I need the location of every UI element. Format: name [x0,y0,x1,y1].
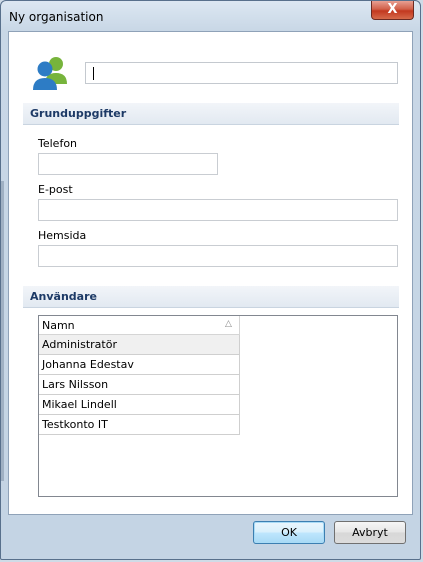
user-row[interactable]: Administratör [39,335,240,355]
user-row[interactable]: Lars Nilsson [39,375,240,395]
email-field[interactable] [38,199,398,221]
website-label: Hemsida [38,229,87,242]
user-row[interactable]: Mikael Lindell [39,395,240,415]
organisation-name-input[interactable] [85,62,398,84]
close-button[interactable]: X [371,1,414,20]
dialog-window: Ny organisation X Grunduppgifter Telefon… [0,0,421,560]
website-field[interactable] [38,245,398,267]
column-header-label: Namn [42,319,75,332]
dialog-content: Grunduppgifter Telefon E-post Hemsida An… [8,31,413,515]
users-grid[interactable]: Namn △ Administratör Johanna Edestav Lar… [38,315,398,497]
text-caret [93,67,94,80]
close-icon: X [387,2,398,17]
window-title: Ny organisation [9,10,104,24]
users-icon [33,57,67,90]
user-row[interactable]: Johanna Edestav [39,355,240,375]
email-label: E-post [38,183,73,196]
column-header-name[interactable]: Namn △ [39,316,240,335]
sort-ascending-icon: △ [225,319,232,329]
ok-button[interactable]: OK [253,521,325,544]
section-header-users: Användare [23,286,399,308]
title-bar[interactable]: Ny organisation X [1,1,420,31]
cancel-button[interactable]: Avbryt [334,521,406,544]
user-row[interactable]: Testkonto IT [39,415,240,435]
window-edge-shadow [1,181,4,481]
phone-field[interactable] [38,153,218,175]
section-header-basic-info: Grunduppgifter [23,103,399,125]
phone-label: Telefon [38,137,78,150]
